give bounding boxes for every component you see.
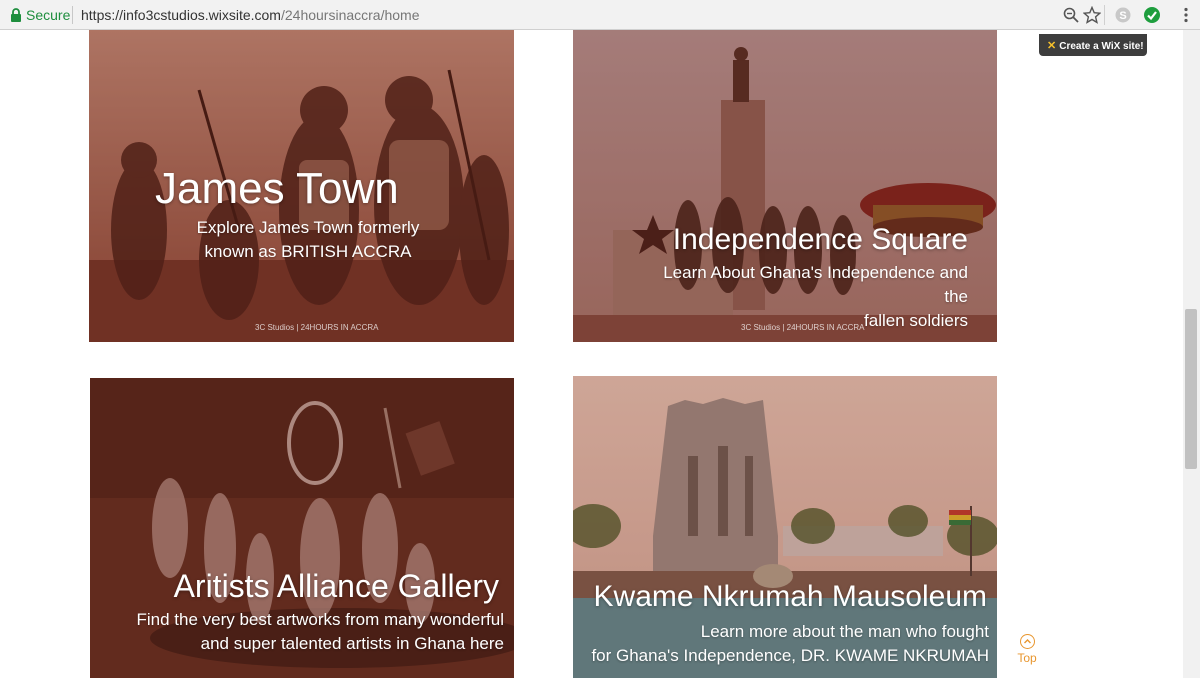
card-description-line: Learn About Ghana's Independence and the: [663, 263, 968, 306]
secure-label: Secure: [26, 7, 71, 23]
url-path: /24hoursinaccra/home: [280, 7, 420, 23]
card-description-line: for Ghana's Independence, DR. KWAME NKRU…: [591, 646, 989, 665]
card-description: Find the very best artworks from many wo…: [104, 608, 504, 656]
card-title: Kwame Nkrumah Mausoleum: [593, 580, 987, 613]
chevron-up-icon: [1019, 634, 1035, 649]
url-field[interactable]: https://info3cstudios.wixsite.com/24hour…: [81, 7, 420, 23]
photo-watermark: 3C Studios | 24HOURS IN ACCRA: [255, 323, 379, 332]
back-to-top-label: Top: [1017, 651, 1037, 665]
scrollbar-thumb[interactable]: [1185, 309, 1197, 469]
browser-menu-icon[interactable]: [1177, 6, 1195, 24]
create-wix-site-badge[interactable]: ✕ Create a WiX site!: [1039, 34, 1147, 56]
card-description-line: known as BRITISH ACCRA: [204, 242, 412, 261]
back-to-top-button[interactable]: Top: [1012, 634, 1042, 674]
card-title: Independence Square: [672, 223, 968, 256]
toolbar-divider: [1104, 5, 1105, 25]
wix-badge-label: Create a WiX site!: [1059, 41, 1144, 52]
card-description-line: Find the very best artworks from many wo…: [136, 610, 504, 629]
card-description: Explore James Town formerly known as BRI…: [193, 216, 423, 264]
zoom-icon[interactable]: [1062, 6, 1080, 24]
url-host: https://info3cstudios.wixsite.com: [81, 7, 281, 23]
bookmark-star-icon[interactable]: [1083, 6, 1101, 24]
lock-icon: [11, 8, 21, 22]
skype-extension-icon[interactable]: S: [1114, 6, 1132, 24]
check-extension-icon[interactable]: [1143, 6, 1161, 24]
wix-x-icon: ✕: [1047, 40, 1057, 52]
card-artists-alliance-gallery[interactable]: Aritists Alliance Gallery Find the very …: [90, 378, 514, 678]
photo-watermark: 3C Studios | 24HOURS IN ACCRA: [741, 323, 865, 332]
address-divider: [72, 6, 73, 24]
card-james-town[interactable]: James Town Explore James Town formerly k…: [89, 30, 514, 342]
card-description-line: Learn more about the man who fought: [700, 622, 989, 641]
card-description-line: and super talented artists in Ghana here: [200, 634, 504, 653]
browser-address-bar: Secure https://info3cstudios.wixsite.com…: [0, 0, 1200, 30]
card-description: Learn more about the man who fought for …: [589, 620, 989, 668]
card-title: James Town: [155, 164, 399, 213]
card-independence-square[interactable]: Independence Square Learn About Ghana's …: [573, 30, 997, 342]
card-title: Aritists Alliance Gallery: [173, 568, 499, 604]
card-description-line: Explore James Town formerly: [196, 218, 420, 237]
card-kwame-nkrumah-mausoleum[interactable]: Kwame Nkrumah Mausoleum Learn more about…: [573, 376, 997, 678]
svg-text:S: S: [1119, 10, 1126, 22]
